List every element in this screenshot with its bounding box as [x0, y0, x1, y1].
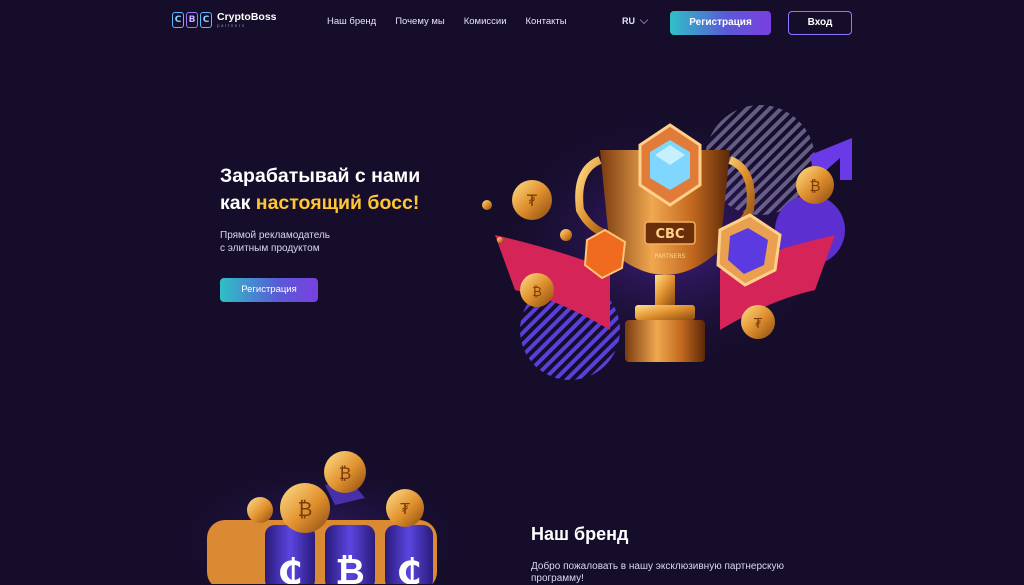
nav-link-contacts[interactable]: Контакты [526, 16, 567, 27]
bitcoin-coin-icon: ₿ [280, 483, 330, 533]
svg-text:₿: ₿ [809, 177, 820, 195]
bitcoin-coin-icon: ₿ [324, 451, 366, 493]
slot-machine-illustration: ₵ ₿ ₵ ₿ ₿ ₮ [185, 440, 455, 584]
trophy-plate-sub: PARTNERS [655, 253, 686, 260]
svg-text:₿: ₿ [298, 497, 313, 521]
logo[interactable]: C B C CryptoBoss partners [172, 12, 277, 28]
nav-link-brand[interactable]: Наш бренд [327, 16, 376, 27]
brand-description: Добро пожаловать в нашу эксклюзивную пар… [531, 561, 785, 584]
svg-text:₿: ₿ [532, 285, 542, 300]
svg-text:₮: ₮ [400, 500, 410, 518]
svg-text:₵: ₵ [277, 552, 302, 584]
logo-name: CryptoBoss [217, 11, 277, 23]
login-button[interactable]: Вход [788, 11, 852, 35]
tether-coin-icon: ₮ [741, 305, 775, 339]
chevron-down-icon [639, 15, 649, 24]
trophy-plate-text: CBC [656, 227, 685, 242]
main-nav: Наш бренд Почему мы Комиссии Контакты [327, 16, 567, 27]
site-header: C B C CryptoBoss partners Наш бренд Поче… [0, 0, 1024, 46]
svg-text:₿: ₿ [335, 552, 364, 584]
hero-title-accent: настоящий босс! [255, 192, 420, 214]
language-selector[interactable]: RU [622, 15, 649, 26]
tether-coin-icon: ₮ [386, 489, 424, 527]
hero-subtitle-line2: с элитным продуктом [220, 243, 320, 254]
trophy-illustration: CBC PARTNERS ₮ ₿ ₿ ₮ [480, 100, 860, 380]
hero-subtitle-line1: Прямой рекламодатель [220, 230, 330, 241]
bitcoin-coin-icon: ₿ [520, 273, 554, 307]
svg-text:₮: ₮ [527, 191, 538, 210]
tether-coin-icon: ₮ [512, 180, 552, 220]
hero-subtitle: Прямой рекламодатель с элитным продуктом [220, 229, 380, 255]
svg-text:₿: ₿ [339, 464, 352, 484]
language-code: RU [622, 16, 635, 26]
nav-link-commissions[interactable]: Комиссии [464, 16, 507, 27]
logo-subtitle: partners [217, 22, 246, 28]
logo-mark-icon: C B C [172, 12, 212, 28]
header-register-button[interactable]: Регистрация [670, 11, 771, 35]
logo-letter: C [200, 12, 212, 28]
svg-text:₮: ₮ [754, 317, 763, 332]
hero-title-line1: Зарабатывай с нами [220, 165, 421, 187]
hero-title: Зарабатывай с нами как настоящий босс! [220, 163, 480, 217]
logo-letter: B [186, 12, 198, 28]
section-title-brand: Наш бренд [531, 524, 629, 544]
bitcoin-coin-icon: ₿ [796, 166, 834, 204]
svg-text:₵: ₵ [396, 552, 421, 584]
hero-register-button[interactable]: Регистрация [220, 278, 318, 302]
nav-link-why-us[interactable]: Почему мы [395, 16, 445, 27]
logo-letter: C [172, 12, 184, 28]
hero-title-prefix: как [220, 192, 256, 214]
